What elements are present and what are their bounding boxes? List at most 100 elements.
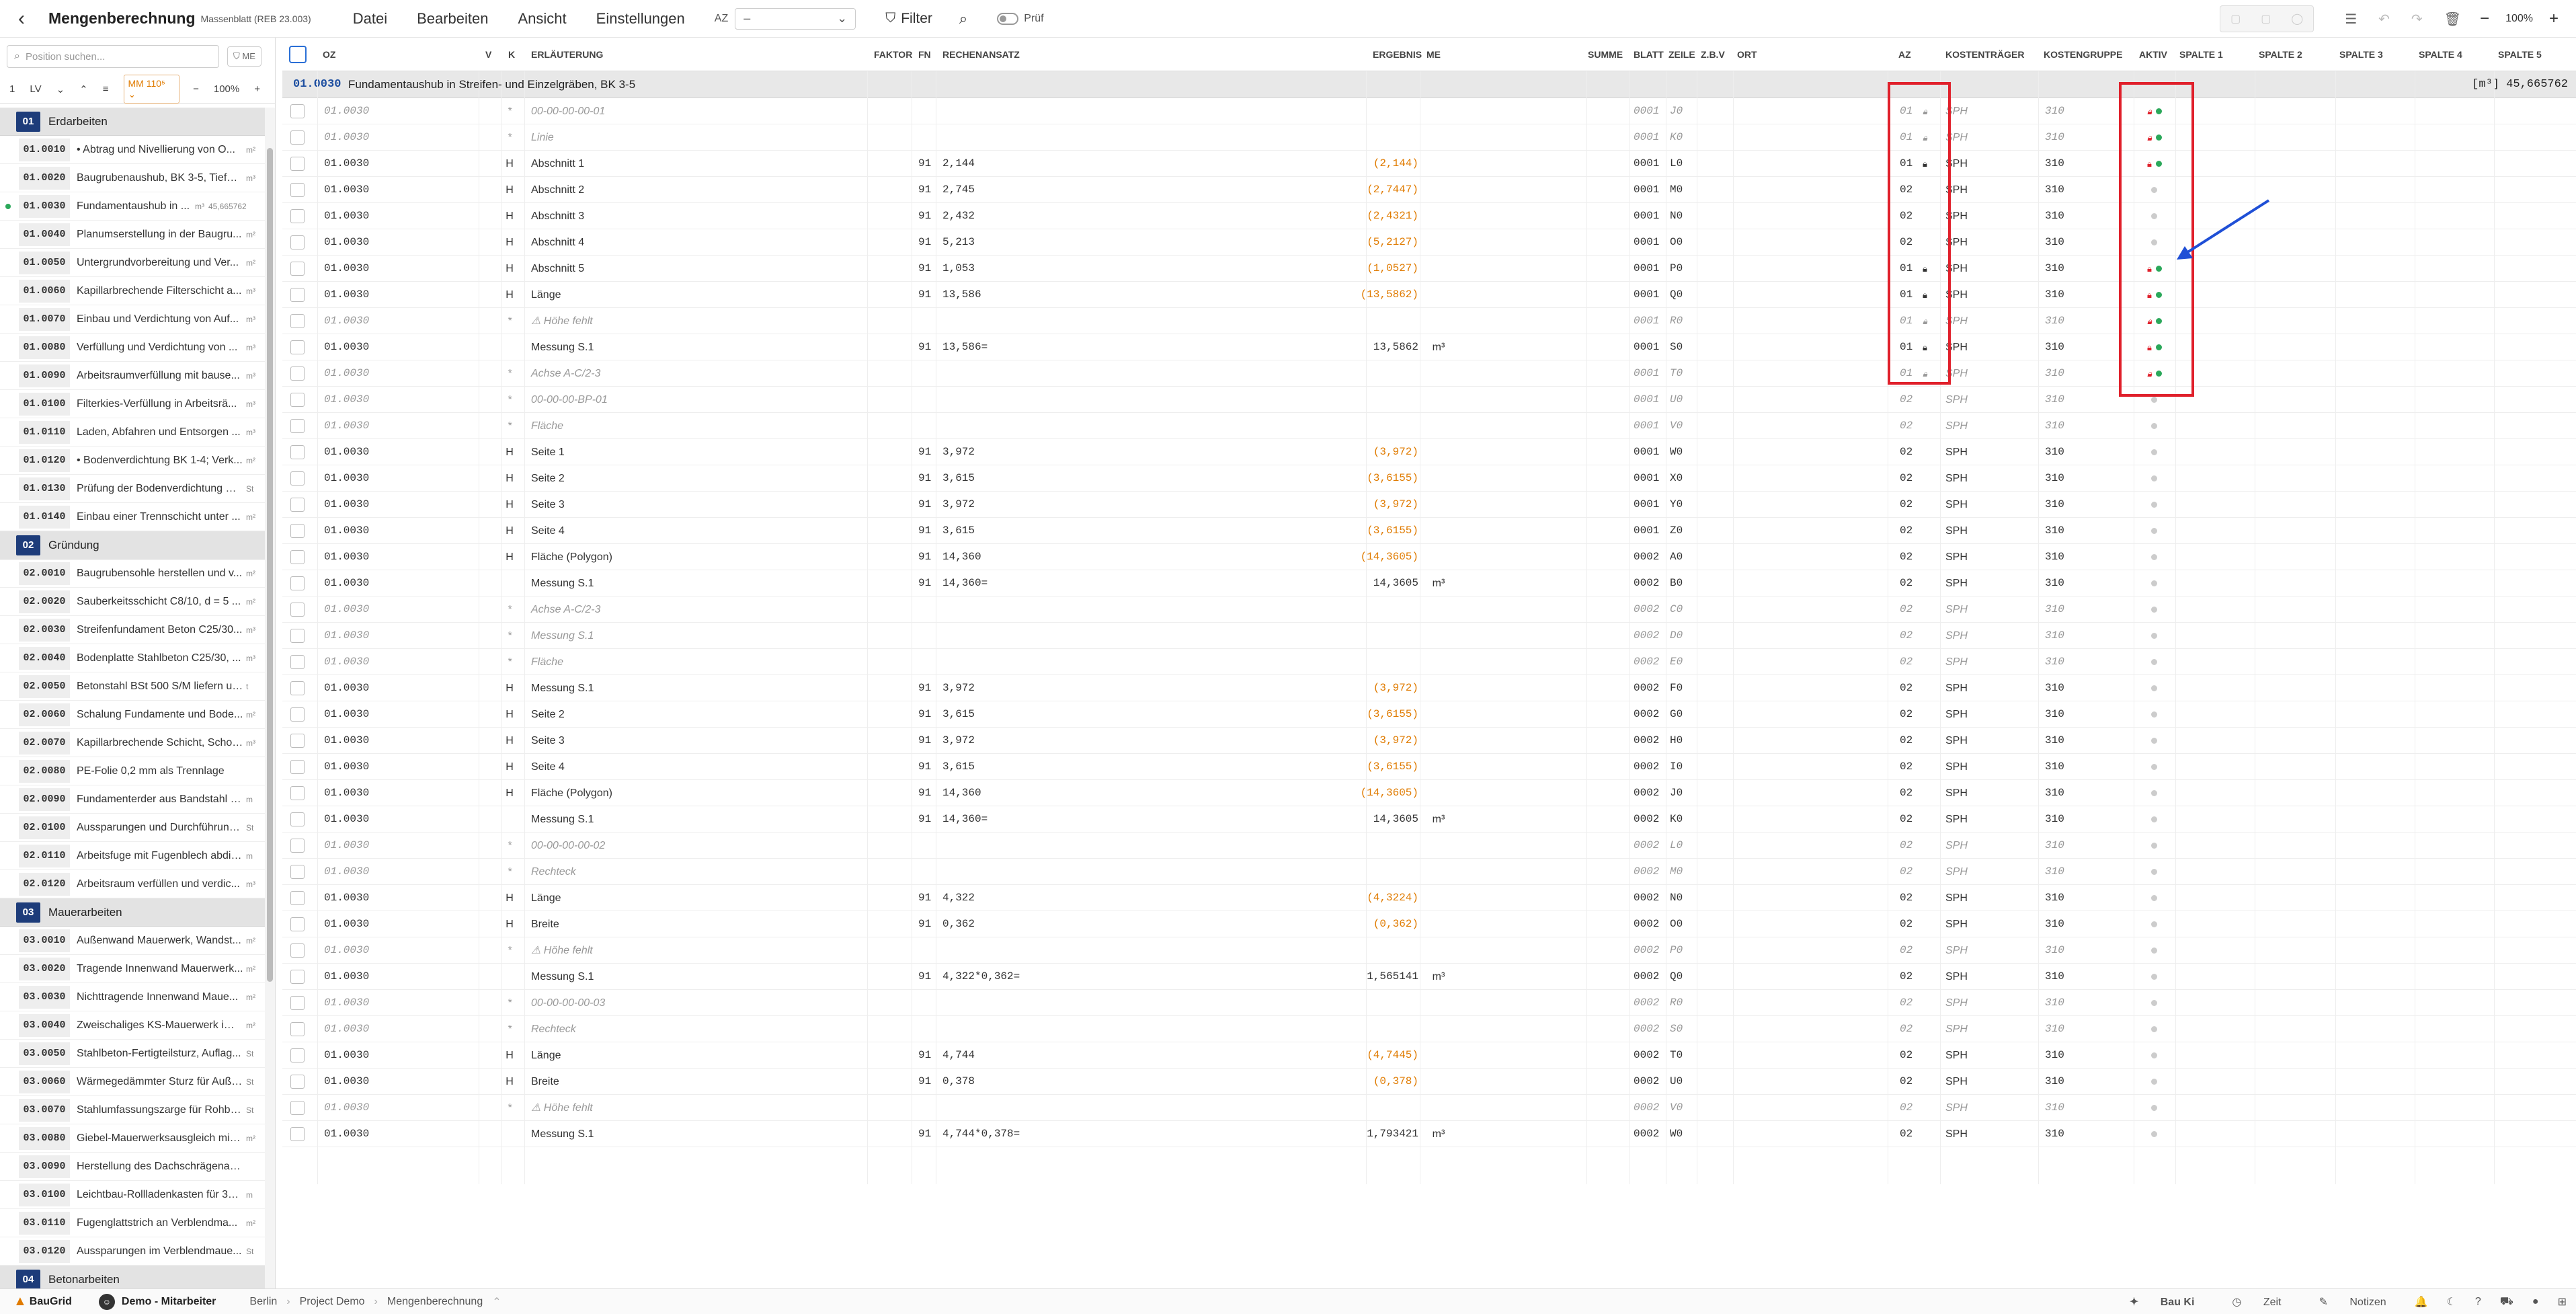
cell-aktiv[interactable] [2147,1042,2157,1069]
cell-blatt[interactable]: 0002 [1634,1121,1659,1147]
cell-rechenansatz[interactable]: 3,615 [942,465,975,492]
cell-me[interactable] [1420,675,1457,701]
cell-rechenansatz[interactable]: 3,972 [942,675,975,701]
lv-select[interactable]: LV [30,83,41,95]
cell-zeile[interactable]: D0 [1670,623,1683,649]
cell-oz[interactable]: 01.0030 [324,596,369,623]
table-row[interactable]: 01.0030 Messung S.1 91 14,360= 14,3605 m³ 0002… [282,806,2576,833]
cell-blatt[interactable]: 0002 [1634,1016,1659,1042]
cell-rechenansatz[interactable]: 14,360= [942,806,988,833]
cell-blatt[interactable]: 0002 [1634,833,1659,859]
cell-erlaeuterung[interactable]: Seite 4 [531,518,565,544]
cell-me[interactable] [1420,885,1457,911]
cell-k[interactable]: H [500,177,519,203]
col-header-s3[interactable]: SPALTE 3 [2339,38,2383,71]
cell-k[interactable]: H [500,1069,519,1095]
cell-fn[interactable]: 91 [918,177,931,203]
select-all-checkbox[interactable] [289,46,307,63]
cell-blatt[interactable]: 0002 [1634,701,1659,728]
cell-me[interactable] [1420,98,1457,124]
row-checkbox[interactable] [290,183,305,197]
sidebar-position-item[interactable]: 02.0100 Aussparungen und Durchführung... S… [0,814,266,842]
cell-blatt[interactable]: 0001 [1634,203,1659,229]
cell-k[interactable]: * [500,413,519,439]
cell-oz[interactable]: 01.0030 [324,544,369,570]
cell-erlaeuterung[interactable]: Länge [531,885,561,911]
row-checkbox[interactable] [290,812,305,826]
cell-me[interactable] [1420,754,1457,780]
cell-kostentraeger[interactable]: SPH [1945,492,1968,518]
cell-blatt[interactable]: 0001 [1634,439,1659,465]
cell-ergebnis[interactable]: (3,972) [1373,675,1418,701]
cell-zeile[interactable]: J0 [1670,780,1683,806]
cell-zeile[interactable]: M0 [1670,177,1683,203]
cell-kostengruppe[interactable]: 310 [2045,570,2064,596]
cell-az[interactable]: 02 [1900,806,1913,833]
cell-zeile[interactable]: X0 [1670,465,1683,492]
table-row[interactable]: 01.0030 H Seite 4 91 3,615 (3,6155) 0001 Z0 02 SP… [282,518,2576,544]
cell-ergebnis[interactable]: (3,6155) [1367,701,1418,728]
cell-kostentraeger[interactable]: SPH [1945,518,1968,544]
cell-rechenansatz[interactable]: 2,432 [942,203,975,229]
cell-kostengruppe[interactable]: 310 [2045,1121,2064,1147]
cell-fn[interactable]: 91 [918,728,931,754]
cell-aktiv[interactable] [2147,754,2157,780]
cell-kostentraeger[interactable]: SPH [1945,1095,1968,1121]
cell-aktiv[interactable] [2147,518,2157,544]
cell-aktiv[interactable] [2147,833,2157,859]
col-header-erl[interactable]: ERLÄUTERUNG [531,38,603,71]
avatar[interactable]: ● [2532,1296,2539,1308]
az-select[interactable]: – ⌄ [735,7,856,30]
cell-oz[interactable]: 01.0030 [324,1069,369,1095]
truck-icon[interactable]: ⛟ [2500,1295,2513,1309]
sidebar-position-item[interactable]: 02.0050 Betonstahl BSt 500 S/M liefern un… [0,672,266,701]
cell-erlaeuterung[interactable]: Seite 1 [531,439,565,465]
sidebar-zoom-out[interactable]: − [193,83,199,95]
cell-fn[interactable]: 91 [918,439,931,465]
sidebar-position-item[interactable]: 01.0120 • Bodenverdichtung BK 1-4; Verk..… [0,447,266,475]
cell-me[interactable] [1420,1095,1457,1121]
cell-zeile[interactable]: U0 [1670,1069,1683,1095]
sidebar-group[interactable]: 03 Mauerarbeiten [0,898,266,927]
col-header-summe[interactable]: SUMME [1588,38,1623,71]
table-row[interactable]: 01.0030 Messung S.1 91 14,360= 14,3605 m³ 0002… [282,570,2576,596]
cell-me[interactable] [1420,937,1457,964]
table-row[interactable]: 01.0030 * ⚠ Höhe fehlt 0001 R0 01 🔒︎ SPH 310 🔒︎ [282,308,2576,334]
cell-erlaeuterung[interactable]: Seite 3 [531,728,565,754]
cell-kostengruppe[interactable]: 310 [2045,596,2064,623]
row-checkbox[interactable] [290,498,305,512]
cell-zeile[interactable]: Q0 [1670,282,1683,308]
col-header-kg[interactable]: KOSTENGRUPPE [2044,38,2122,71]
cell-zeile[interactable]: F0 [1670,675,1683,701]
cell-zeile[interactable]: E0 [1670,649,1683,675]
cell-zeile[interactable]: Z0 [1670,518,1683,544]
cell-ergebnis[interactable]: (4,3224) [1367,885,1418,911]
cell-az[interactable]: 02 [1900,1016,1913,1042]
breadcrumb-current[interactable]: Mengenberechnung [387,1296,483,1308]
table-row[interactable]: 01.0030 H Länge 91 13,586 (13,5862) 0001 Q0 01 🔒︎… [282,282,2576,308]
cell-me[interactable] [1420,203,1457,229]
cell-oz[interactable]: 01.0030 [324,256,369,282]
cell-me[interactable] [1420,544,1457,570]
cell-me[interactable] [1420,413,1457,439]
cell-zeile[interactable]: V0 [1670,413,1683,439]
cell-erlaeuterung[interactable]: Seite 2 [531,465,565,492]
cell-kostengruppe[interactable]: 310 [2045,203,2064,229]
cell-kostengruppe[interactable]: 310 [2045,833,2064,859]
cell-k[interactable]: H [500,728,519,754]
cell-k[interactable]: * [500,649,519,675]
cell-k[interactable] [500,570,519,596]
cell-kostengruppe[interactable]: 310 [2045,413,2064,439]
row-checkbox[interactable] [290,1075,305,1089]
cell-zeile[interactable]: O0 [1670,911,1683,937]
cell-oz[interactable]: 01.0030 [324,177,369,203]
cell-az[interactable]: 02 [1900,885,1913,911]
cell-blatt[interactable]: 0001 [1634,151,1659,177]
cell-aktiv[interactable] [2147,806,2157,833]
sidebar-position-item[interactable]: 02.0070 Kapillarbrechende Schicht, Schot.… [0,729,266,757]
row-checkbox[interactable] [290,1127,305,1141]
cell-kostengruppe[interactable]: 310 [2045,623,2064,649]
cell-blatt[interactable]: 0001 [1634,98,1659,124]
cell-fn[interactable]: 91 [918,911,931,937]
cell-zeile[interactable]: L0 [1670,833,1683,859]
